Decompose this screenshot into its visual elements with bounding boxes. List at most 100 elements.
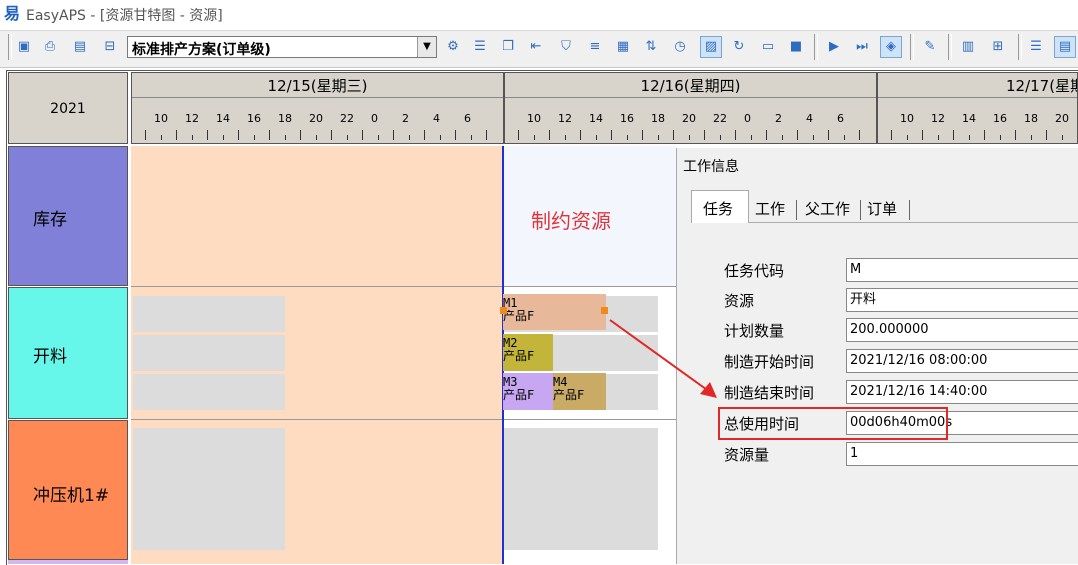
step-icon[interactable]: ⏭ <box>852 37 872 57</box>
text-align-icon[interactable]: ☰ <box>1026 37 1046 57</box>
timescale-tick <box>611 130 612 140</box>
timescale-tick <box>160 135 162 140</box>
timescale-tick <box>1061 135 1063 140</box>
timescale-tick <box>657 135 659 140</box>
tick-label: 0 <box>744 112 751 125</box>
print-setup-icon[interactable]: ⊟ <box>100 37 120 57</box>
resource-row-next <box>8 560 128 564</box>
tick-label: 14 <box>216 112 230 125</box>
timescale-tick <box>1030 135 1032 140</box>
field-label-task-code: 任务代码 <box>724 262 785 280</box>
timescale-tick <box>253 135 255 140</box>
task-bar-m2[interactable]: M2 产品F <box>503 334 553 371</box>
layers-icon[interactable]: ◈ <box>880 36 902 58</box>
save-icon[interactable]: ▣ <box>14 37 34 57</box>
grid-icon[interactable]: ⊞ <box>988 37 1008 57</box>
field-resource-qty[interactable]: 1 <box>846 442 1078 466</box>
resource-row-cutting[interactable]: 开料 <box>8 287 128 419</box>
day-header: 12/16(星期四) <box>504 72 877 144</box>
stop-icon[interactable]: ■ <box>786 37 806 57</box>
field-planned-qty[interactable]: 200.000000 <box>846 318 1078 342</box>
edit-icon[interactable]: ✎ <box>920 37 940 57</box>
copy-icon[interactable]: ❐ <box>498 37 518 57</box>
tick-label: 12 <box>558 112 572 125</box>
timescale-tick <box>470 135 472 140</box>
align-icon[interactable]: ≡ <box>585 37 605 57</box>
header-divider <box>132 97 503 98</box>
timescale-tick <box>812 135 814 140</box>
tab-separator <box>860 200 861 220</box>
lane-area <box>131 146 502 286</box>
tick-label: 12 <box>185 112 199 125</box>
timescale-tick <box>891 130 892 140</box>
sort-icon[interactable]: ⇅ <box>641 37 661 57</box>
play-icon[interactable]: ▶ <box>824 37 844 57</box>
tick-label: 16 <box>247 112 261 125</box>
idle-slot <box>133 335 285 371</box>
task-code: M2 <box>503 336 518 350</box>
timescale-tick <box>766 130 767 140</box>
preview-icon[interactable]: ▤ <box>70 37 90 57</box>
print-icon[interactable]: ⎙ <box>40 37 60 57</box>
timescale-tick <box>859 130 860 140</box>
timescale-tick <box>564 135 566 140</box>
field-label-resource: 资源 <box>724 292 755 310</box>
timescale-tick <box>704 130 705 140</box>
row-divider <box>131 419 676 420</box>
resource-label: 库存 <box>33 210 67 230</box>
chevron-down-icon[interactable]: ▼ <box>417 37 436 57</box>
timescale-tick <box>176 130 177 140</box>
report-icon[interactable]: ▥ <box>958 37 978 57</box>
indent-icon[interactable]: ⇤ <box>526 37 546 57</box>
view-toggle-icon[interactable]: ▨ <box>700 36 722 58</box>
tab-order[interactable]: 订单 <box>867 198 897 219</box>
timescale-tick <box>238 130 239 140</box>
chart-icon[interactable]: ▤ <box>1054 36 1076 58</box>
tick-label: 22 <box>340 112 354 125</box>
timescale-tick <box>269 130 270 140</box>
task-bar-m1[interactable]: M1 产品F <box>503 294 606 330</box>
field-start-time[interactable]: 2021/12/16 08:00:00 <box>846 349 1078 373</box>
tab-parent-work[interactable]: 父工作 <box>805 198 850 219</box>
document-icon[interactable]: ▦ <box>613 37 633 57</box>
tab-work[interactable]: 工作 <box>755 198 785 219</box>
timescale-tick <box>626 135 628 140</box>
field-resource[interactable]: 开料 <box>846 288 1078 312</box>
plan-select[interactable]: 标准排产方案(订单级) ▼ <box>127 36 437 58</box>
tick-label: 22 <box>713 112 727 125</box>
timescale-tick <box>424 130 425 140</box>
resource-row-inventory[interactable]: 库存 <box>8 146 128 286</box>
timescale-tick <box>455 130 456 140</box>
task-bar-m3[interactable]: M3 产品F <box>503 373 553 410</box>
clock-icon[interactable]: ◷ <box>670 37 690 57</box>
timescale-tick <box>843 135 845 140</box>
list-icon[interactable]: ☰ <box>470 37 490 57</box>
row-divider <box>131 286 676 287</box>
timescale-tick <box>533 135 535 140</box>
timescale-tick <box>688 135 690 140</box>
timescale-tick <box>549 130 550 140</box>
field-label-planned-qty: 计划数量 <box>724 322 785 340</box>
window-icon[interactable]: ▭ <box>758 37 778 57</box>
toolbar-grip[interactable] <box>8 34 12 60</box>
timescale-tick <box>393 130 394 140</box>
task-bar-m4[interactable]: M4 产品F <box>553 373 606 410</box>
day-label: 12/17(星期五) <box>1006 77 1077 95</box>
tick-label: 18 <box>651 112 665 125</box>
filter-icon[interactable]: ⛉ <box>556 37 576 57</box>
timescale-tick <box>518 130 519 140</box>
window-title: EasyAPS - [资源甘特图 - 资源] <box>26 8 223 24</box>
timescale-tick <box>191 135 193 140</box>
task-code: M3 <box>503 375 518 389</box>
timescale-tick <box>331 130 332 140</box>
tick-label: 20 <box>682 112 696 125</box>
refresh-icon[interactable]: ↻ <box>729 37 749 57</box>
tab-separator <box>909 200 910 220</box>
gear-icon[interactable]: ⚙ <box>443 37 463 57</box>
timescale-tick <box>922 130 923 140</box>
field-end-time[interactable]: 2021/12/16 14:40:00 <box>846 380 1078 404</box>
resize-handle[interactable] <box>500 307 507 314</box>
tab-task[interactable]: 任务 <box>703 198 733 219</box>
resource-row-press[interactable]: 冲压机1# <box>8 420 128 560</box>
field-task-code[interactable]: M <box>846 258 1078 282</box>
